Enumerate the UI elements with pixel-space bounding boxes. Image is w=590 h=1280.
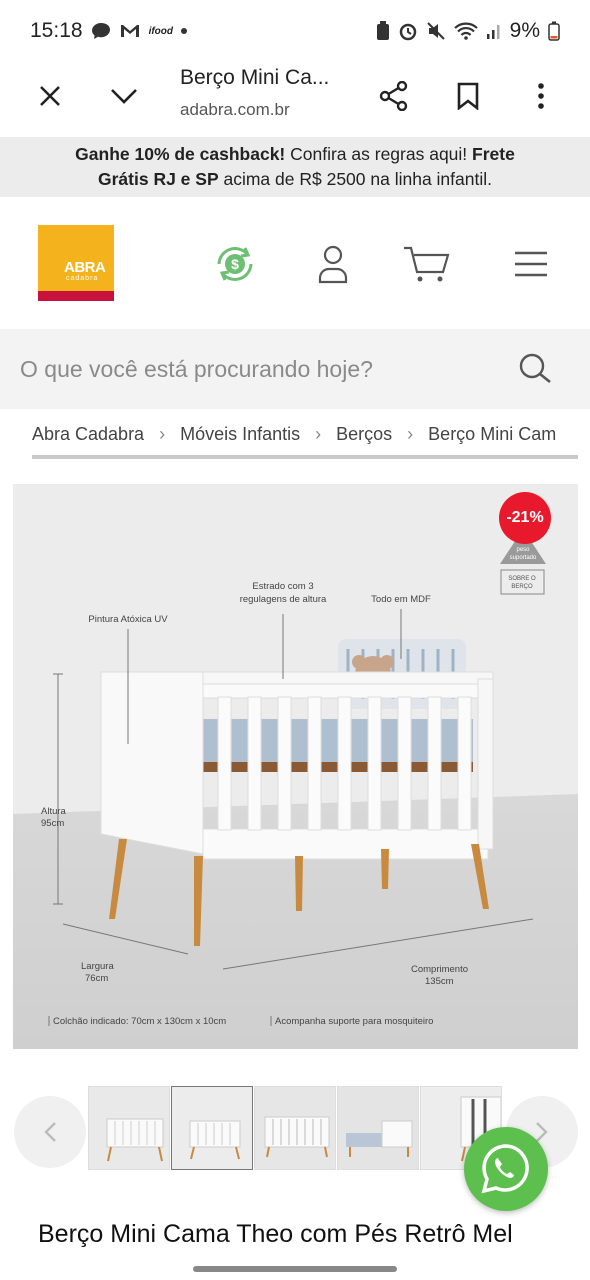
- chevron-right-icon: ›: [159, 423, 166, 444]
- carousel-prev-button[interactable]: [14, 1096, 86, 1168]
- page-title: Berço Mini Ca...: [180, 66, 330, 89]
- crib-thumb-image: [172, 1087, 252, 1169]
- chevron-right-icon: ›: [407, 423, 414, 444]
- ifood-notif-icon: ifood: [148, 25, 173, 37]
- logo-text: ABRA: [64, 259, 106, 276]
- promo-text-2: acima de R$ 2500 na linha infantil.: [218, 169, 492, 189]
- cashback-button[interactable]: $: [210, 239, 260, 289]
- discount-badge: -21%: [499, 492, 551, 544]
- alarm-icon: [399, 23, 416, 41]
- breadcrumb-item-home[interactable]: Abra Cadabra: [32, 424, 144, 445]
- breadcrumb-item-bercos[interactable]: Berços: [336, 424, 392, 445]
- chevron-right-icon: [536, 1122, 548, 1142]
- close-icon: [40, 86, 60, 106]
- label-sobre-1: SOBRE O: [508, 576, 536, 582]
- site-logo[interactable]: ABRA cadabra: [38, 225, 114, 301]
- more-options-button[interactable]: [521, 76, 561, 116]
- promo-banner[interactable]: Ganhe 10% de cashback! Confira as regras…: [0, 137, 590, 197]
- promo-gratis: Grátis RJ e SP: [98, 169, 219, 189]
- label-estrado-1: Estrado com 3: [252, 581, 313, 592]
- search-bar: [0, 329, 590, 409]
- label-pintura: Pintura Atóxica UV: [88, 614, 168, 625]
- label-largura-2: 76cm: [85, 973, 108, 984]
- search-icon[interactable]: [515, 349, 555, 389]
- thumbnail-4[interactable]: [337, 1086, 419, 1170]
- menu-button[interactable]: [506, 239, 556, 289]
- logo-subtext: cadabra: [66, 275, 99, 282]
- promo-cashback: Ganhe 10% de cashback!: [75, 144, 286, 164]
- label-altura-2: 95cm: [41, 818, 64, 829]
- label-sobre-2: BERÇO: [511, 584, 533, 590]
- label-peso-2: peso: [516, 547, 530, 553]
- product-title: Berço Mini Cama Theo com Pés Retrô Mel: [38, 1220, 513, 1248]
- minimize-tab-button[interactable]: [104, 76, 144, 116]
- product-main-image[interactable]: Pintura Atóxica UV Estrado com 3 regulag…: [13, 484, 578, 1049]
- chevron-down-icon: [111, 89, 137, 104]
- signal-icon: [486, 25, 500, 39]
- label-altura-1: Altura: [41, 806, 67, 817]
- cart-icon: [404, 246, 450, 282]
- status-time: 15:18: [30, 19, 83, 42]
- chevron-left-icon: [44, 1122, 56, 1142]
- thumbnail-1[interactable]: [88, 1086, 170, 1170]
- mini-bed-thumb-image: [338, 1087, 418, 1169]
- account-button[interactable]: [308, 239, 358, 289]
- crib-illustration: Pintura Atóxica UV Estrado com 3 regulag…: [13, 484, 578, 1049]
- breadcrumb-item-current: Berço Mini Cam: [428, 423, 557, 444]
- label-colchao: Colchão indicado: 70cm x 130cm x 10cm: [53, 1016, 226, 1027]
- label-peso-3: suportado: [510, 555, 537, 561]
- browser-toolbar: Berço Mini Ca... adabra.com.br: [0, 62, 590, 134]
- share-button[interactable]: [374, 76, 414, 116]
- hamburger-menu-icon: [515, 251, 547, 277]
- label-suporte: Acompanha suporte para mosquiteiro: [275, 1016, 433, 1027]
- cart-button[interactable]: [402, 239, 452, 289]
- breadcrumb-scrollbar[interactable]: [32, 455, 578, 459]
- page-url[interactable]: adabra.com.br: [180, 100, 290, 120]
- search-input[interactable]: [0, 329, 500, 409]
- more-vert-icon: [538, 83, 544, 109]
- battery-icon: [548, 21, 560, 41]
- message-icon: [91, 23, 110, 39]
- bookmark-icon: [457, 82, 479, 110]
- label-estrado-2: regulagens de altura: [240, 594, 327, 605]
- whatsapp-icon: [481, 1144, 529, 1194]
- chevron-right-icon: ›: [315, 423, 322, 444]
- thumbnail-3[interactable]: [254, 1086, 336, 1170]
- whatsapp-button[interactable]: [464, 1127, 548, 1211]
- label-largura-1: Largura: [81, 961, 114, 972]
- logo-bar: [38, 291, 114, 301]
- close-tab-button[interactable]: [30, 76, 70, 116]
- bookmark-button[interactable]: [448, 76, 488, 116]
- breadcrumb: Abra Cadabra › Móveis Infantis › Berços …: [32, 418, 590, 450]
- more-notifications-dot: [181, 28, 187, 34]
- crib-thumb-image: [255, 1087, 335, 1169]
- cashback-icon: $: [217, 247, 253, 281]
- gesture-home-bar[interactable]: [193, 1266, 397, 1272]
- promo-text-1: Confira as regras aqui!: [285, 144, 473, 164]
- breadcrumb-item-moveis[interactable]: Móveis Infantis: [180, 424, 300, 445]
- promo-frete: Frete: [472, 144, 515, 164]
- thumbnail-2-selected[interactable]: [171, 1086, 253, 1170]
- label-comprimento-1: Comprimento: [411, 964, 468, 975]
- battery-percent: 9%: [509, 19, 540, 42]
- label-comprimento-2: 135cm: [425, 976, 454, 987]
- battery-saver-icon: [376, 21, 389, 40]
- label-mdf: Todo em MDF: [371, 594, 431, 605]
- wifi-icon: [453, 22, 478, 40]
- user-icon: [318, 245, 348, 284]
- site-header: ABRA cadabra $: [0, 197, 590, 329]
- svg-text:$: $: [231, 256, 239, 272]
- gmail-icon: [120, 25, 139, 37]
- mute-icon: [426, 22, 445, 40]
- crib-thumb-image: [89, 1087, 169, 1169]
- status-bar: 15:18 ifood 9%: [0, 0, 590, 62]
- share-icon: [379, 81, 408, 111]
